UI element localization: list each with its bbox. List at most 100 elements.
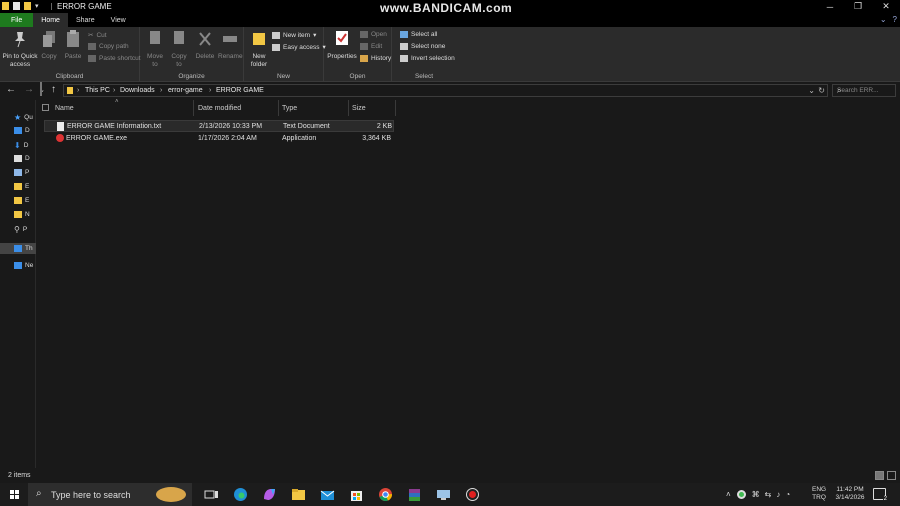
paste-shortcut-button[interactable]: Paste shortcut (88, 55, 141, 62)
nav-folder[interactable]: N (14, 211, 30, 218)
task-view-icon[interactable] (204, 487, 219, 502)
copilot-icon[interactable] (262, 487, 277, 502)
language-indicator[interactable]: ENG TRQ (812, 486, 826, 502)
table-row[interactable]: ERROR GAME.exe 1/17/2026 2:04 AM Applica… (44, 133, 394, 145)
divider (51, 3, 52, 10)
network-icon[interactable]: ⇆ (765, 490, 772, 499)
up-arrow-icon[interactable]: ↑ (51, 84, 56, 95)
help-icon[interactable]: ? (893, 15, 897, 24)
rename-button[interactable]: Rename (218, 30, 243, 61)
select-group-label: Select (414, 73, 434, 80)
tab-home[interactable]: Home (33, 13, 68, 27)
search-highlight-icon (156, 487, 186, 502)
forward-arrow-icon[interactable]: → (24, 84, 34, 95)
column-name[interactable]: Name (52, 100, 194, 116)
invert-selection-button[interactable]: Invert selection (400, 55, 455, 62)
breadcrumb-this-pc[interactable]: This PC (85, 87, 110, 94)
winrar-icon[interactable] (407, 487, 422, 502)
customize-toolbar-icon[interactable]: ▾ (35, 2, 39, 10)
minimize-button[interactable]: ─ (816, 0, 844, 13)
paste-button[interactable]: Paste (62, 30, 84, 61)
close-button[interactable]: ✕ (872, 0, 900, 13)
breadcrumb-downloads[interactable]: Downloads (120, 87, 155, 94)
select-group: Select all Select none Invert selection … (392, 27, 456, 82)
restore-button[interactable]: ❐ (844, 0, 872, 13)
notification-center-icon[interactable]: 2 (873, 488, 888, 502)
properties-icon[interactable] (13, 2, 20, 10)
large-icons-view-icon[interactable] (887, 471, 896, 480)
chrome-icon[interactable] (378, 487, 393, 502)
edit-button[interactable]: Edit (360, 43, 382, 50)
refresh-icon[interactable]: ↻ (818, 86, 825, 95)
collapse-ribbon-icon[interactable]: ⌄ (880, 15, 887, 24)
nav-documents[interactable]: D (14, 155, 30, 162)
open-button[interactable]: Open (360, 31, 387, 38)
nav-this-pc[interactable]: Th (0, 243, 36, 254)
clipboard-group-label: Clipboard (55, 73, 84, 80)
breadcrumb-error-game-folder[interactable]: ERROR GAME (216, 87, 264, 94)
tab-file[interactable]: File (0, 13, 34, 27)
tab-view[interactable]: View (103, 13, 134, 27)
column-date-modified[interactable]: Date modified (195, 100, 279, 116)
monitor-app-icon[interactable] (436, 487, 451, 502)
details-view-icon[interactable] (875, 471, 884, 480)
copy-to-button[interactable]: Copy to (168, 30, 190, 69)
move-to-button[interactable]: Move to (144, 30, 166, 69)
window-title: ERROR GAME (57, 2, 112, 11)
nav-pictures[interactable]: P (14, 169, 29, 176)
move-to-label: Move to (147, 53, 163, 68)
notification-count: 2 (882, 496, 888, 502)
recording-status-icon[interactable] (736, 490, 746, 499)
copy-path-button[interactable]: Copy path (88, 43, 129, 50)
file-date: 1/17/2026 2:04 AM (198, 135, 257, 142)
search-input[interactable]: Search ERR... ⌕ (832, 84, 896, 97)
scroll-thumb[interactable] (40, 82, 42, 96)
address-bar[interactable]: › This PC › Downloads › error-game › ERR… (63, 84, 828, 97)
paste-label: Paste (64, 53, 82, 60)
nav-folder[interactable]: E (14, 183, 29, 190)
select-all-checkbox[interactable] (42, 104, 49, 111)
nav-quick-access[interactable]: ★ Qu (14, 113, 33, 122)
select-none-button[interactable]: Select none (400, 43, 445, 50)
tab-share[interactable]: Share (68, 13, 103, 27)
address-dropdown-icon[interactable]: ⌄ (808, 86, 815, 95)
delete-icon (199, 32, 211, 46)
clock-date: 3/14/2026 (835, 494, 865, 501)
copy-button[interactable]: Copy (39, 30, 59, 61)
file-explorer-icon[interactable] (291, 487, 306, 502)
new-folder-button[interactable]: New folder (248, 30, 270, 69)
nav-desktop[interactable]: D (14, 127, 30, 134)
volume-icon[interactable]: ♪ (776, 490, 780, 499)
column-type[interactable]: Type (279, 100, 349, 116)
show-hidden-icons-icon[interactable]: ˄ (726, 490, 731, 499)
pin-quick-access-button[interactable]: Pin to Quick access (2, 30, 38, 69)
wifi-icon[interactable]: ◔ (785, 490, 790, 499)
new-item-button[interactable]: New item ▾ (272, 31, 316, 39)
store-icon[interactable] (349, 487, 364, 502)
usb-icon[interactable]: ⌘ (752, 490, 760, 499)
nav-network[interactable]: Ne (14, 262, 33, 269)
nav-folder[interactable]: E (14, 197, 29, 204)
back-arrow-icon[interactable]: ← (6, 84, 16, 95)
delete-button[interactable]: Delete (194, 30, 216, 61)
column-size[interactable]: Size (349, 100, 396, 116)
breadcrumb-error-game[interactable]: error-game (168, 87, 203, 94)
nav-downloads[interactable]: ⬇ D (14, 141, 28, 150)
taskbar-search[interactable]: ⌕ Type here to search (28, 483, 192, 506)
mail-icon[interactable] (320, 487, 335, 502)
easy-access-button[interactable]: Easy access ▾ (272, 43, 326, 51)
history-button[interactable]: History (360, 55, 391, 62)
table-row[interactable]: ERROR GAME Information.txt 2/13/2026 10:… (44, 120, 394, 132)
select-all-button[interactable]: Select all (400, 31, 437, 38)
new-folder-icon[interactable] (24, 2, 31, 10)
properties-button[interactable]: Properties (326, 30, 358, 61)
new-group: New folder New item ▾ Easy access ▾ New (244, 27, 326, 82)
nav-pinned[interactable]: ⚲ P (14, 225, 27, 234)
folder-icon (14, 183, 22, 190)
start-button[interactable] (0, 483, 28, 506)
open-icon (360, 31, 368, 38)
clock[interactable]: 11:42 PM 3/14/2026 (834, 486, 866, 502)
cut-button[interactable]: ✂ Cut (88, 31, 107, 40)
bandicam-record-icon[interactable] (465, 487, 480, 502)
edge-icon[interactable] (233, 487, 248, 502)
